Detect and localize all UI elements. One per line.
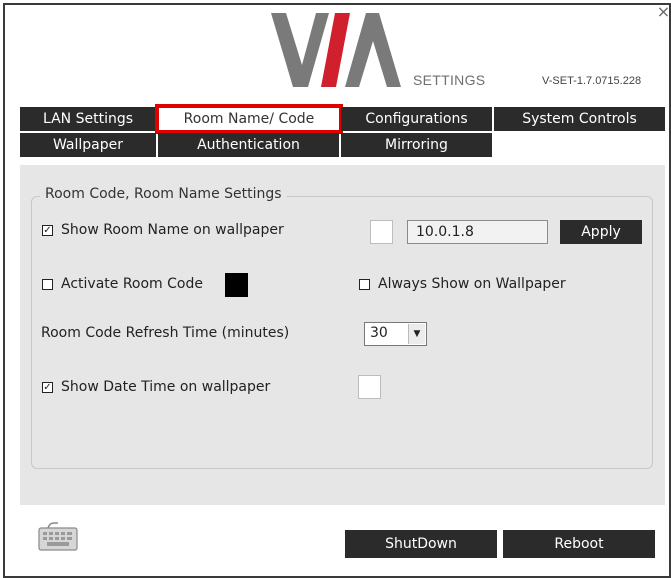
- always-show-label: Always Show on Wallpaper: [378, 276, 566, 292]
- settings-label: SETTINGS: [413, 72, 486, 88]
- tab-configurations[interactable]: Configurations: [341, 107, 492, 131]
- apply-button[interactable]: Apply: [560, 220, 642, 244]
- tab-lan-settings[interactable]: LAN Settings: [20, 107, 156, 131]
- close-icon[interactable]: ×: [656, 4, 671, 20]
- tab-wallpaper[interactable]: Wallpaper: [20, 133, 156, 157]
- show-room-name-label: Show Room Name on wallpaper: [61, 222, 284, 238]
- via-logo: [271, 13, 401, 87]
- always-show-checkbox[interactable]: [359, 279, 370, 290]
- chevron-down-icon[interactable]: ▼: [408, 324, 425, 344]
- refresh-time-select[interactable]: 30 ▼: [364, 322, 427, 346]
- reboot-button[interactable]: Reboot: [503, 530, 655, 558]
- tab-room-name-code[interactable]: Room Name/ Code: [155, 104, 343, 134]
- keyboard-icon[interactable]: [38, 520, 78, 552]
- activate-room-code-checkbox[interactable]: [42, 279, 53, 290]
- show-date-time-checkbox[interactable]: ✓: [42, 382, 53, 393]
- tab-authentication[interactable]: Authentication: [158, 133, 339, 157]
- date-time-color-swatch[interactable]: [358, 375, 381, 399]
- refresh-time-value: 30: [370, 325, 388, 341]
- group-title: Room Code, Room Name Settings: [40, 186, 287, 202]
- show-date-time-label: Show Date Time on wallpaper: [61, 379, 271, 395]
- check-icon: ✓: [43, 382, 52, 393]
- room-code-color-swatch[interactable]: [225, 273, 248, 297]
- shutdown-button[interactable]: ShutDown: [345, 530, 497, 558]
- refresh-time-label: Room Code Refresh Time (minutes): [41, 325, 290, 341]
- show-room-name-checkbox[interactable]: ✓: [42, 225, 53, 236]
- version-label: V-SET-1.7.0715.228: [542, 75, 642, 87]
- check-icon: ✓: [43, 225, 52, 236]
- tab-mirroring[interactable]: Mirroring: [341, 133, 492, 157]
- room-name-input[interactable]: 10.0.1.8: [407, 220, 548, 244]
- activate-room-code-label: Activate Room Code: [61, 276, 203, 292]
- room-name-color-swatch[interactable]: [370, 220, 393, 244]
- tab-system-controls[interactable]: System Controls: [494, 107, 665, 131]
